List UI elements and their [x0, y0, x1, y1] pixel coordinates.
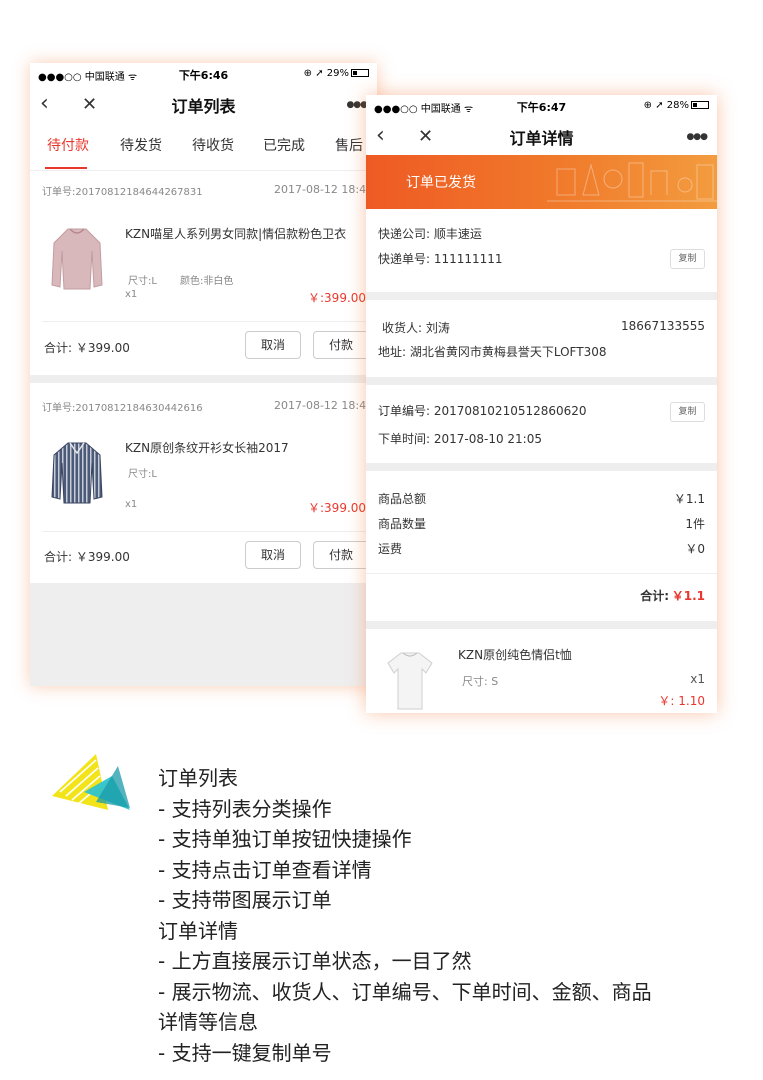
- caption-heading-list: 订单列表: [158, 766, 238, 790]
- navbar: ‹ ✕ 订单详情 ●●●: [366, 117, 717, 155]
- goods-total-value: ￥1.1: [673, 492, 705, 506]
- product-item[interactable]: KZN原创纯色情侣t恤 尺寸: S x1 ￥: 1.10: [366, 629, 717, 713]
- product-color: 颜色:非白色: [180, 276, 234, 287]
- tracking-number: 快递单号: 111111111: [378, 252, 503, 266]
- order-detail-screen: ●●●○○ 中国联通 ᯤ 下午6:47 ⊕ ➚ 28% ‹ ✕ 订单详情 ●●●…: [366, 95, 717, 713]
- active-tab-indicator: [45, 167, 87, 169]
- white-tshirt-image: [387, 652, 433, 710]
- order-number: 订单号:20170812184630442616: [42, 403, 203, 414]
- battery-status: ⊕ ➚ 28%: [644, 100, 709, 111]
- decorative-triangle-logo: [52, 754, 130, 810]
- order-total: 合计: ￥399.00: [44, 550, 130, 564]
- product-size: 尺寸: S: [462, 675, 499, 688]
- caption-line: - 支持一键复制单号: [158, 1040, 332, 1065]
- order-status-banner: 订单已发货: [366, 155, 717, 209]
- order-time: 下单时间: 2017-08-10 21:05: [378, 432, 542, 446]
- caption-line: - 支持带图展示订单: [158, 888, 332, 912]
- cancel-button[interactable]: 取消: [245, 541, 301, 569]
- section-gap: [366, 463, 717, 471]
- receiver-name: 收货人: 刘涛: [382, 321, 450, 335]
- goods-count-value: 1件: [685, 517, 705, 531]
- product-price: ￥:399.00: [308, 291, 367, 305]
- product-qty: x1: [125, 499, 138, 510]
- product-name: KZN原创纯色情侣t恤: [458, 648, 572, 662]
- tab-after-sales[interactable]: 售后: [335, 135, 363, 155]
- order-number: 订单号:20170812184644267831: [42, 187, 203, 198]
- navbar: ‹ ✕ 订单列表 ●●●: [30, 85, 377, 123]
- caption-line: - 支持单独订单按钮快捷操作: [158, 827, 412, 851]
- more-icon[interactable]: ●●●: [686, 132, 708, 142]
- receiver-address: 地址: 湖北省黄冈市黄梅县誉天下LOFT308: [378, 345, 607, 359]
- caption-heading-detail: 订单详情: [158, 918, 238, 943]
- product-size: 尺寸:L: [128, 276, 157, 287]
- cancel-button[interactable]: 取消: [245, 331, 301, 359]
- order-card[interactable]: 订单号:20170812184630442616 2017-08-12 18:4…: [30, 383, 377, 583]
- product-qty: x1: [690, 672, 705, 686]
- more-icon[interactable]: ●●●: [346, 100, 368, 110]
- goods-total-label: 商品总额: [378, 492, 427, 506]
- amount-section: 商品总额 ￥1.1 商品数量 1件 运费 ￥0 合计: ￥1.1: [366, 471, 717, 621]
- divider: [42, 531, 377, 532]
- receiver-section: 收货人: 刘涛 18667133555 地址: 湖北省黄冈市黄梅县誉天下LOFT…: [366, 300, 717, 377]
- battery-icon: [351, 69, 369, 77]
- battery-status: ⊕ ➚ 29%: [304, 68, 369, 79]
- product-name[interactable]: KZN喵星人系列男女同款|情侣款粉色卫衣: [125, 225, 375, 243]
- banner-decoration-icon: [547, 162, 717, 202]
- copy-tracking-button[interactable]: 复制: [670, 249, 705, 269]
- logistics-section: 快递公司: 顺丰速运 快递单号: 111111111 复制: [366, 209, 717, 292]
- page-title: 订单列表: [171, 97, 236, 116]
- product-name[interactable]: KZN原创条纹开衫女长袖2017: [125, 439, 375, 457]
- pay-button[interactable]: 付款: [313, 541, 369, 569]
- tab-pending-payment[interactable]: 待付款: [47, 135, 89, 155]
- order-date: 2017-08-12 18:46: [274, 399, 374, 412]
- copy-order-button[interactable]: 复制: [670, 402, 705, 422]
- receiver-phone: 18667133555: [621, 319, 705, 333]
- pink-sweater-image: [51, 228, 103, 290]
- order-card[interactable]: 订单号:20170812184644267831 2017-08-12 18:4…: [30, 173, 377, 375]
- order-number: 订单编号: 20170810210512860620: [378, 404, 587, 418]
- section-gap: [366, 621, 717, 629]
- order-list-screen: ●●●○○ 中国联通 ᯤ 下午6:46 ⊕ ➚ 29% ‹ ✕ 订单列表 ●●●…: [30, 63, 377, 686]
- sum-value: ￥1.1: [671, 589, 705, 603]
- order-total: 合计: ￥399.00: [44, 341, 130, 355]
- battery-icon: [691, 101, 709, 109]
- tab-pending-shipment[interactable]: 待发货: [120, 135, 162, 155]
- caption-line: 详情等信息: [158, 1010, 258, 1034]
- divider: [42, 321, 377, 322]
- status-bar: ●●●○○ 中国联通 ᯤ 下午6:47 ⊕ ➚ 28%: [366, 95, 717, 117]
- product-price: ￥:399.00: [308, 501, 367, 515]
- section-gap: [366, 377, 717, 385]
- shipping-value: ￥0: [685, 542, 705, 556]
- section-gap: [366, 292, 717, 300]
- section-gap: [30, 375, 377, 383]
- order-status-text: 订单已发货: [406, 175, 476, 191]
- striped-shirt-image: [51, 442, 103, 504]
- divider: [366, 573, 717, 574]
- goods-count-label: 商品数量: [378, 517, 427, 531]
- page-title: 订单详情: [509, 129, 574, 148]
- tab-completed[interactable]: 已完成: [263, 135, 305, 155]
- courier-company: 快递公司: 顺丰速运: [378, 227, 482, 241]
- order-info-section: 订单编号: 20170810210512860620 复制 下单时间: 2017…: [366, 385, 717, 463]
- status-bar: ●●●○○ 中国联通 ᯤ 下午6:46 ⊕ ➚ 29%: [30, 63, 377, 85]
- caption-line: - 上方直接展示订单状态，一目了然: [158, 949, 472, 973]
- product-price: ￥: 1.10: [658, 694, 705, 708]
- sum-label: 合计:: [640, 589, 669, 603]
- empty-area: [30, 583, 377, 686]
- order-date: 2017-08-12 18:46: [274, 183, 374, 196]
- order-tabs: 待付款 待发货 待收货 已完成 售后: [30, 123, 377, 171]
- feature-description: 订单列表 - 支持列表分类操作 - 支持单独订单按钮快捷操作 - 支持点击订单查…: [158, 763, 758, 1068]
- caption-line: - 支持点击订单查看详情: [158, 857, 372, 882]
- tab-pending-receipt[interactable]: 待收货: [192, 135, 234, 155]
- pay-button[interactable]: 付款: [313, 331, 369, 359]
- shipping-label: 运费: [378, 542, 403, 556]
- product-size: 尺寸:L: [128, 469, 157, 480]
- caption-line: - 展示物流、收货人、订单编号、下单时间、金额、商品: [158, 979, 652, 1004]
- product-qty: x1: [125, 289, 138, 300]
- caption-line: - 支持列表分类操作: [158, 796, 332, 821]
